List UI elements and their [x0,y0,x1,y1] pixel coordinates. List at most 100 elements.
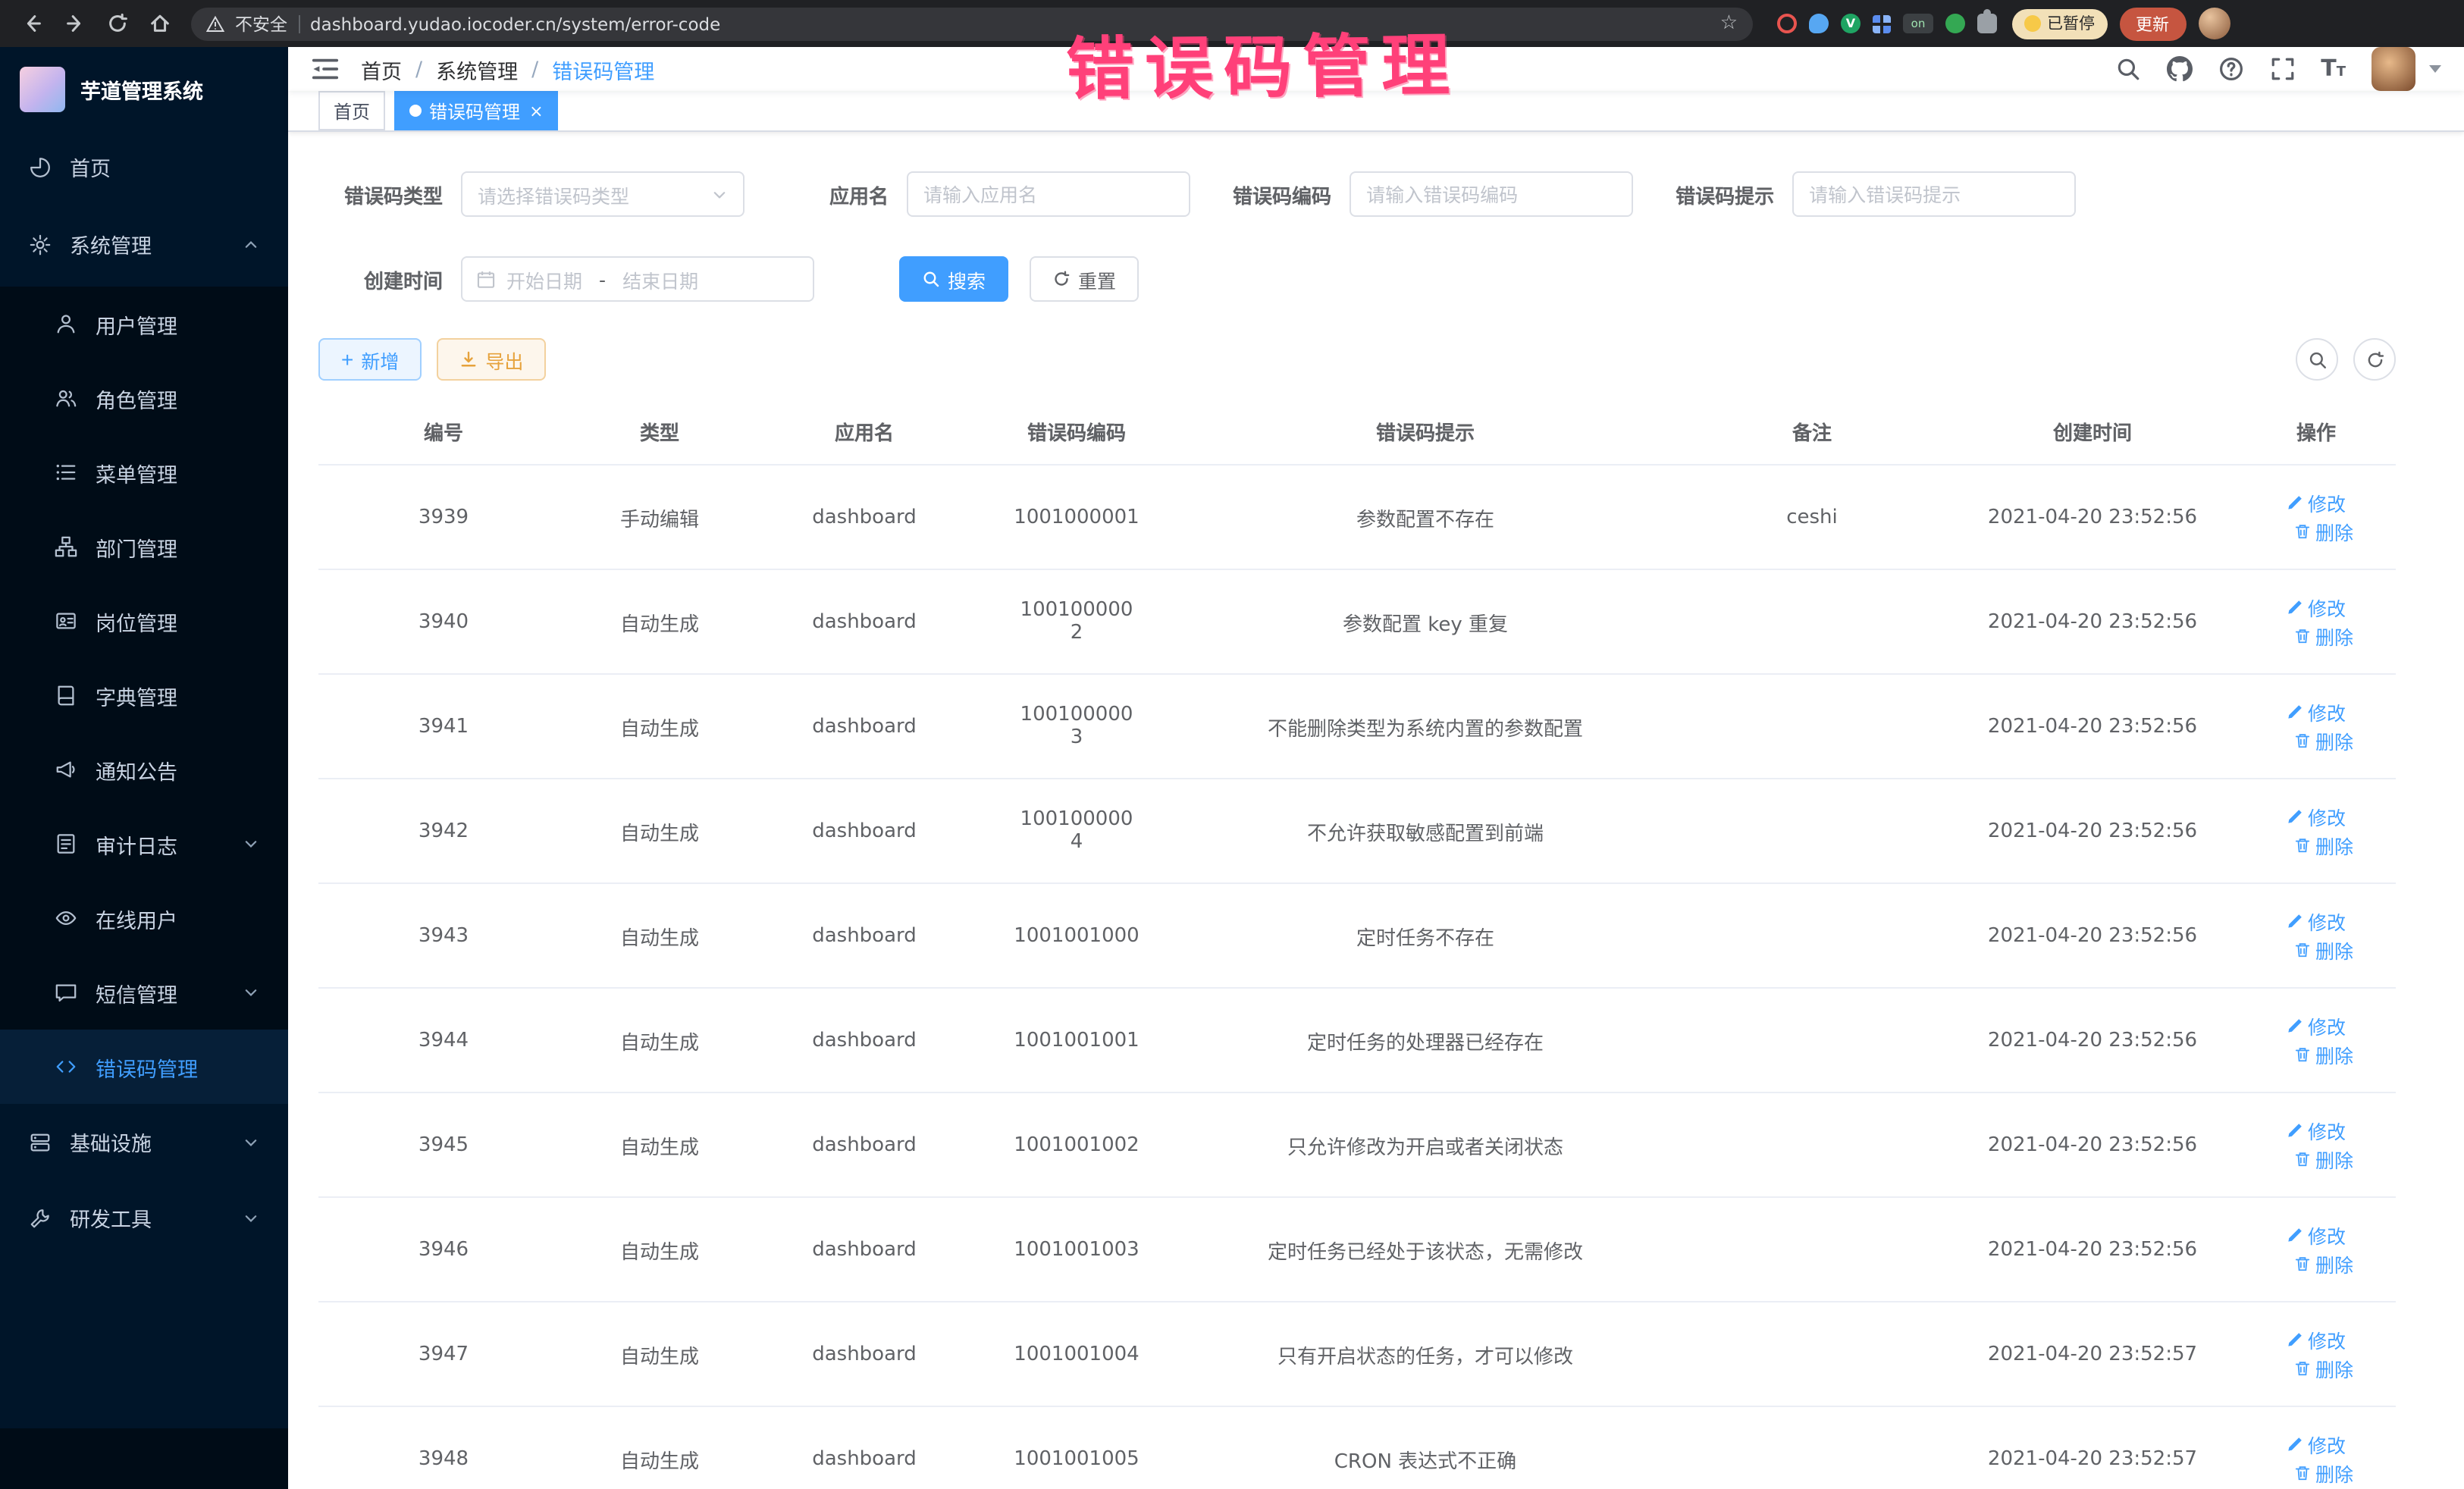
error-hint-input[interactable] [1792,171,2076,217]
record-extension-icon[interactable] [1777,14,1797,33]
edit-link[interactable]: 修改 [2287,802,2346,831]
puzzle-extensions-icon[interactable] [1977,14,1997,33]
delete-link[interactable]: 删除 [2294,1145,2353,1174]
github-icon[interactable] [2166,56,2192,82]
edit-link[interactable]: 修改 [2287,1430,2346,1459]
cell-hint: 只允许修改为开启或者关闭状态 [1175,1092,1676,1197]
error-code-input[interactable] [1350,171,1633,217]
cell-type: 自动生成 [569,569,751,674]
font-size-icon[interactable]: TT [2321,58,2346,80]
sidebar-item-dict-mgmt[interactable]: 字典管理 [0,658,288,732]
edit-link[interactable]: 修改 [2287,907,2346,936]
tab-error-code-mgmt[interactable]: 错误码管理 × [394,91,558,130]
delete-link[interactable]: 删除 [2294,831,2353,860]
filter-row-2: 创建时间 开始日期 - 结束日期 搜索 重置 [318,256,2396,302]
help-icon[interactable] [2218,56,2243,82]
sidebar-item-notice[interactable]: 通知公告 [0,732,288,807]
user-avatar[interactable] [2372,47,2415,91]
cell-id: 3940 [318,569,569,674]
bookmark-star-icon[interactable]: ☆ [1720,12,1738,35]
on-badge-extension-icon[interactable]: on [1903,14,1933,33]
cell-type: 自动生成 [569,1406,751,1489]
app-name-input[interactable] [907,171,1190,217]
delete-link[interactable]: 删除 [2294,1354,2353,1383]
sidebar-item-user-mgmt[interactable]: 用户管理 [0,287,288,361]
edit-link[interactable]: 修改 [2287,1325,2346,1354]
gear-icon [29,233,52,255]
delete-link[interactable]: 删除 [2294,1040,2353,1069]
date-range-picker[interactable]: 开始日期 - 结束日期 [461,256,814,302]
cell-remark [1676,1092,1948,1197]
error-type-select[interactable]: 请选择错误码类型 [461,171,745,217]
delete-link[interactable]: 删除 [2294,622,2353,650]
close-tab-icon[interactable]: × [529,102,543,119]
sidebar-item-home[interactable]: 首页 [0,132,288,202]
paused-badge[interactable]: 已暂停 [2012,8,2107,39]
toggle-search-button[interactable] [2296,338,2338,381]
sidebar-item-system[interactable]: 系统管理 [0,202,288,287]
cell-id: 3941 [318,674,569,779]
green-extension-icon[interactable] [1945,14,1965,33]
add-button[interactable]: + 新增 [318,338,422,381]
home-icon[interactable] [140,4,179,43]
search-icon[interactable] [2114,56,2140,82]
cell-remark [1676,674,1948,779]
cell-code: 1001001002 [978,1092,1175,1197]
forward-icon[interactable] [55,4,94,43]
back-icon[interactable] [12,4,52,43]
drop-extension-icon[interactable] [1809,14,1829,33]
hamburger-icon[interactable] [311,55,340,83]
table-row: 3946 自动生成 dashboard 1001001003 定时任务已经处于该… [318,1197,2396,1302]
grid-extension-icon[interactable] [1873,14,1891,33]
sidebar-logo[interactable]: 芋道管理系统 [0,47,288,132]
breadcrumb-home[interactable]: 首页 [361,54,402,84]
caret-down-icon[interactable] [2429,65,2441,73]
refresh-table-button[interactable] [2353,338,2396,381]
cell-id: 3945 [318,1092,569,1197]
cell-actions: 修改 删除 [2237,1406,2396,1489]
cell-code: 1001001005 [978,1406,1175,1489]
cell-remark [1676,1406,1948,1489]
reset-button[interactable]: 重置 [1030,256,1139,302]
edit-link[interactable]: 修改 [2287,1116,2346,1145]
sidebar-item-dev-tools[interactable]: 研发工具 [0,1180,288,1255]
sidebar-item-sms-mgmt[interactable]: 短信管理 [0,955,288,1030]
sidebar-item-error-code-mgmt[interactable]: 错误码管理 [0,1030,288,1104]
delete-link[interactable]: 删除 [2294,936,2353,964]
cell-id: 3943 [318,883,569,988]
search-button[interactable]: 搜索 [899,256,1008,302]
cell-actions: 修改 删除 [2237,465,2396,569]
tab-home[interactable]: 首页 [318,91,385,130]
delete-link[interactable]: 删除 [2294,726,2353,755]
sidebar-item-menu-mgmt[interactable]: 菜单管理 [0,435,288,509]
cell-actions: 修改 删除 [2237,883,2396,988]
table-row: 3942 自动生成 dashboard 100100000 4 不允许获取敏感配… [318,779,2396,883]
url-bar[interactable]: 不安全 dashboard.yudao.iocoder.cn/system/er… [191,7,1753,40]
fullscreen-icon[interactable] [2269,56,2295,82]
sidebar-item-infrastructure[interactable]: 基础设施 [0,1104,288,1180]
delete-link[interactable]: 删除 [2294,1459,2353,1487]
sidebar-item-post-mgmt[interactable]: 岗位管理 [0,584,288,658]
v-extension-icon[interactable]: V [1841,14,1861,33]
edit-link[interactable]: 修改 [2287,593,2346,622]
sidebar-footer [0,1428,288,1489]
export-button[interactable]: 导出 [437,338,546,381]
delete-link[interactable]: 删除 [2294,1249,2353,1278]
sidebar-item-audit-log[interactable]: 审计日志 [0,807,288,881]
cell-app: dashboard [751,465,978,569]
delete-link[interactable]: 删除 [2294,517,2353,546]
edit-link[interactable]: 修改 [2287,1011,2346,1040]
sidebar-item-dept-mgmt[interactable]: 部门管理 [0,509,288,584]
update-button[interactable]: 更新 [2119,7,2186,40]
breadcrumb-system[interactable]: 系统管理 [436,54,518,84]
browser-profile-avatar[interactable] [2198,8,2230,39]
edit-link[interactable]: 修改 [2287,1221,2346,1249]
cell-time: 2021-04-20 23:52:56 [1948,569,2237,674]
header-actions: 操作 [2237,399,2396,465]
edit-link[interactable]: 修改 [2287,488,2346,517]
edit-link[interactable]: 修改 [2287,697,2346,726]
sidebar-item-role-mgmt[interactable]: 角色管理 [0,361,288,435]
sidebar-item-online-users[interactable]: 在线用户 [0,881,288,955]
reload-icon[interactable] [97,4,136,43]
cell-time: 2021-04-20 23:52:56 [1948,1092,2237,1197]
